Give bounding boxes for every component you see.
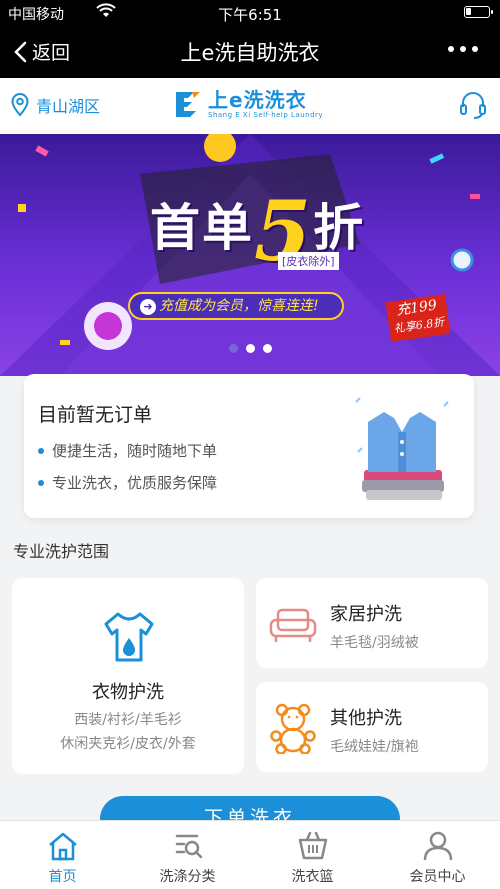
arrow-right-icon: ➜	[140, 299, 156, 315]
order-status-title: 目前暂无订单	[38, 404, 153, 426]
nav-bar: 返回 上e洗自助洗衣	[0, 24, 500, 78]
location-pin-icon	[11, 92, 29, 117]
more-icon[interactable]	[448, 46, 478, 52]
carousel-dots[interactable]	[0, 344, 500, 353]
service-card-other[interactable]: 其他护洗 毛绒娃娃/旗袍	[256, 682, 488, 772]
order-status-card[interactable]: 目前暂无订单 便捷生活，随时随地下单 专业洗衣，优质服务保障	[24, 374, 474, 518]
page-title: 上e洗自助洗衣	[180, 41, 320, 65]
banner-note: [皮衣除外]	[278, 252, 339, 270]
service-card-clothing[interactable]: 衣物护洗 西装/衬衫/羊毛衫 休闲夹克衫/皮衣/外套	[12, 578, 244, 774]
service-card-home[interactable]: 家居护洗 羊毛毯/羽绒被	[256, 578, 488, 668]
folded-shirts-image	[355, 397, 449, 500]
basket-icon	[298, 831, 327, 860]
discount-tag: 充199 礼享6.8折	[385, 294, 451, 342]
service-name: 衣物护洗	[92, 682, 164, 703]
tab-label: 洗涤分类	[159, 869, 216, 885]
user-icon	[423, 831, 452, 861]
promo-text: 充值成为会员，惊喜连连!	[159, 298, 319, 314]
headline-suffix: 折	[313, 198, 366, 257]
tab-basket[interactable]: 洗衣篮	[250, 821, 375, 889]
logo-subtitle: Shang E Xi Self-help Laundry	[208, 111, 324, 119]
service-desc: 西装/衬衫/羊毛衫	[74, 712, 182, 728]
service-name: 家居护洗	[330, 604, 402, 625]
tab-label: 洗衣篮	[291, 869, 334, 885]
category-icon	[175, 834, 202, 859]
service-name: 其他护洗	[330, 708, 402, 729]
logo-mark-icon	[176, 92, 200, 117]
banner-promo-pill: ➜ 充值成为会员，惊喜连连!	[128, 292, 344, 320]
logo-text: 上e洗洗衣	[208, 88, 307, 112]
carousel-dot[interactable]	[245, 344, 255, 353]
tab-category[interactable]: 洗涤分类	[125, 821, 250, 889]
brand-logo: 上e洗洗衣 Shang E Xi Self-help Laundry	[172, 88, 323, 120]
location-label: 青山湖区	[36, 97, 101, 116]
tshirt-icon	[104, 612, 154, 662]
section-title: 专业洗护范围	[13, 542, 110, 561]
sofa-icon	[269, 608, 317, 642]
tab-label: 首页	[48, 869, 77, 885]
headset-icon[interactable]	[458, 90, 488, 120]
service-desc: 毛绒娃娃/旗袍	[330, 739, 419, 755]
order-bullet: 便捷生活，随时随地下单	[38, 440, 217, 461]
status-bar: 中国移动 下午6:51	[0, 0, 500, 24]
clock: 下午6:51	[218, 6, 282, 24]
order-bullet: 专业洗衣，优质服务保障	[38, 472, 217, 493]
home-icon	[48, 832, 77, 861]
tab-member[interactable]: 会员中心	[375, 821, 500, 889]
headline-prefix: 首单	[150, 198, 254, 257]
tab-bar: 首页 洗涤分类 洗衣篮 会员中心	[0, 820, 500, 889]
header: 青山湖区 上e洗洗衣 Shang E Xi Self-help Laundry	[0, 78, 500, 134]
teddy-bear-icon	[270, 703, 316, 754]
carousel-dot[interactable]	[228, 344, 238, 353]
service-desc: 休闲夹克衫/皮衣/外套	[60, 736, 196, 752]
carousel-dot[interactable]	[262, 344, 272, 353]
service-desc: 羊毛毯/羽绒被	[330, 635, 419, 651]
tab-home[interactable]: 首页	[0, 821, 125, 889]
battery-icon	[464, 6, 493, 18]
tab-label: 会员中心	[409, 869, 466, 885]
location-selector[interactable]: 青山湖区	[10, 92, 100, 118]
promo-banner[interactable]: 首单5折 [皮衣除外] ➜ 充值成为会员，惊喜连连! 充199 礼享6.8折	[0, 134, 500, 376]
